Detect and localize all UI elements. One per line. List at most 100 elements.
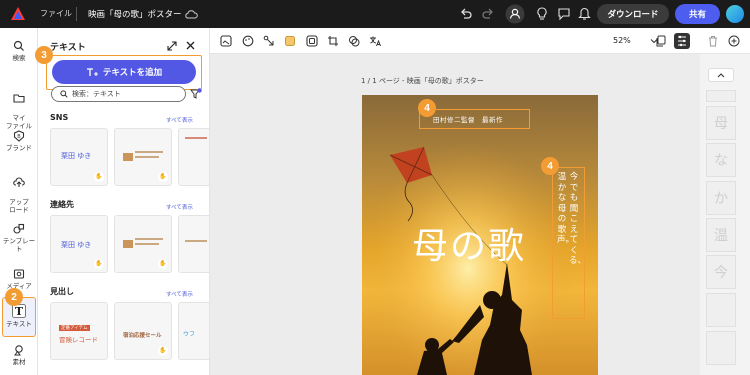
invite-user-icon[interactable]: [505, 4, 525, 24]
redo-icon[interactable]: [481, 7, 495, 21]
card-line: [185, 137, 207, 139]
left-rail: 検索 マイ ファイル B ブランド アップ ロード テンプレート メディア T …: [0, 28, 38, 375]
rail-item-brand[interactable]: B ブランド: [0, 130, 38, 152]
see-all-contact-link[interactable]: すべて表示: [166, 203, 193, 211]
page-label: 1 / 1 ページ - 映画「母の歌」ポスター: [361, 77, 484, 85]
expand-icon[interactable]: [167, 41, 177, 51]
rail-label-elements: 素材: [12, 358, 26, 366]
rail-label-upload: アップ ロード: [9, 198, 29, 214]
scroll-up-button[interactable]: [708, 68, 734, 82]
poster-main-title[interactable]: 母の歌: [412, 217, 526, 269]
rail-label-my-files: マイ ファイル: [6, 114, 32, 130]
lightbulb-icon[interactable]: [536, 7, 548, 21]
rail-item-text[interactable]: T テキスト: [0, 304, 38, 328]
card-line: [135, 151, 163, 153]
add-icon[interactable]: [728, 35, 740, 47]
filter-icon[interactable]: [190, 88, 202, 100]
text-template-card[interactable]: ✋: [114, 215, 172, 273]
thumbnail-item[interactable]: 温: [706, 218, 736, 252]
avatar[interactable]: [726, 5, 744, 23]
cloud-icon[interactable]: [184, 8, 198, 20]
media-icon: [13, 269, 25, 279]
shape-path-icon[interactable]: [263, 35, 275, 47]
thumbnail-item[interactable]: 母: [706, 106, 736, 140]
text-template-card[interactable]: [178, 128, 209, 186]
notification-bell-icon[interactable]: [578, 7, 591, 21]
thumbnail-item[interactable]: [706, 90, 736, 102]
premium-icon: ✋: [94, 259, 104, 269]
thumbnail-item[interactable]: 今: [706, 255, 736, 289]
text-template-card[interactable]: 栗田 ゆき ✋: [50, 128, 108, 186]
rail-label-templates: テンプレート: [2, 237, 36, 253]
step-badge: 3: [35, 46, 53, 64]
search-placeholder: 検索：テキスト: [72, 90, 121, 98]
rail-item-my-files[interactable]: マイ ファイル: [0, 84, 38, 130]
template-icon: [13, 223, 25, 234]
card-line: [135, 238, 163, 240]
text-template-card[interactable]: ウフ: [178, 302, 209, 360]
card-graphic: [123, 240, 133, 248]
thumbnail-item[interactable]: [706, 331, 736, 365]
thumbnail-item[interactable]: か: [706, 181, 736, 215]
adjust-icon: [678, 35, 686, 47]
crop-icon[interactable]: [327, 35, 339, 47]
text-search-input[interactable]: 検索：テキスト: [51, 86, 186, 102]
comment-icon[interactable]: [557, 7, 571, 21]
text-template-card[interactable]: 宿泊応援セール ✋: [114, 302, 172, 360]
add-text-label: テキストを追加: [102, 68, 163, 78]
premium-icon: ✋: [158, 172, 168, 182]
undo-icon[interactable]: [459, 7, 473, 21]
share-button[interactable]: 共有: [675, 4, 720, 24]
file-menu[interactable]: ファイル: [40, 8, 72, 19]
text-icon: T: [12, 304, 26, 318]
rail-item-search[interactable]: 検索: [0, 40, 38, 62]
palette-icon[interactable]: [242, 35, 254, 47]
svg-text:B: B: [17, 134, 21, 140]
text-template-card[interactable]: 定番アイテム 冒険レコード: [50, 302, 108, 360]
chevron-up-icon: [717, 73, 725, 78]
panel-title: テキスト: [50, 43, 86, 53]
text-template-card[interactable]: [178, 215, 209, 273]
rail-label-brand: ブランド: [6, 144, 32, 152]
card-text: 定番アイテム: [59, 325, 90, 331]
premium-icon: ✋: [158, 259, 168, 269]
layers-icon[interactable]: [348, 35, 360, 47]
rail-item-media[interactable]: メディア: [0, 268, 38, 290]
rail-item-templates[interactable]: テンプレート: [0, 223, 38, 253]
zoom-level[interactable]: 52%: [613, 36, 631, 45]
close-icon[interactable]: [186, 41, 195, 50]
section-title-headings: 見出し: [50, 287, 74, 296]
top-bar: ファイル 映画「母の歌」ポスター ダウンロード 共有: [0, 0, 750, 28]
translate-icon[interactable]: [369, 35, 381, 47]
download-button[interactable]: ダウンロード: [597, 4, 669, 24]
fill-color-icon[interactable]: [284, 35, 296, 47]
section-title-sns: SNS: [50, 113, 69, 122]
premium-icon: ✋: [94, 172, 104, 182]
thumbnail-item[interactable]: [706, 293, 736, 327]
text-panel: テキスト テキストを追加 検索：テキスト SNS すべて表示 栗田 ゆき ✋ ✋…: [38, 28, 210, 375]
rail-item-upload[interactable]: アップ ロード: [0, 168, 38, 214]
copy-icon[interactable]: [655, 35, 667, 47]
svg-text:T: T: [15, 305, 24, 318]
adjust-toggle[interactable]: [674, 33, 690, 49]
document-title[interactable]: 映画「母の歌」ポスター: [88, 8, 182, 20]
rail-item-elements[interactable]: 素材: [0, 344, 38, 366]
divider: [76, 7, 77, 21]
border-icon[interactable]: [306, 35, 318, 47]
text-template-card[interactable]: 栗田 ゆき ✋: [50, 215, 108, 273]
card-line: [135, 243, 159, 245]
see-all-sns-link[interactable]: すべて表示: [166, 116, 193, 124]
add-text-button[interactable]: テキストを追加: [52, 60, 196, 84]
section-title-contact: 連絡先: [50, 200, 74, 209]
trash-icon[interactable]: [707, 35, 719, 47]
image-tool-icon[interactable]: [220, 35, 232, 47]
card-text: ウフ: [183, 331, 196, 338]
card-text: 宿泊応援セール: [123, 333, 162, 339]
step-badge: 2: [5, 288, 23, 306]
search-icon: [60, 90, 68, 98]
app-logo-icon[interactable]: [10, 6, 26, 22]
text-template-card[interactable]: ✋: [114, 128, 172, 186]
thumbnail-item[interactable]: な: [706, 143, 736, 177]
see-all-headings-link[interactable]: すべて表示: [166, 290, 193, 298]
rail-label-text: テキスト: [6, 320, 32, 328]
